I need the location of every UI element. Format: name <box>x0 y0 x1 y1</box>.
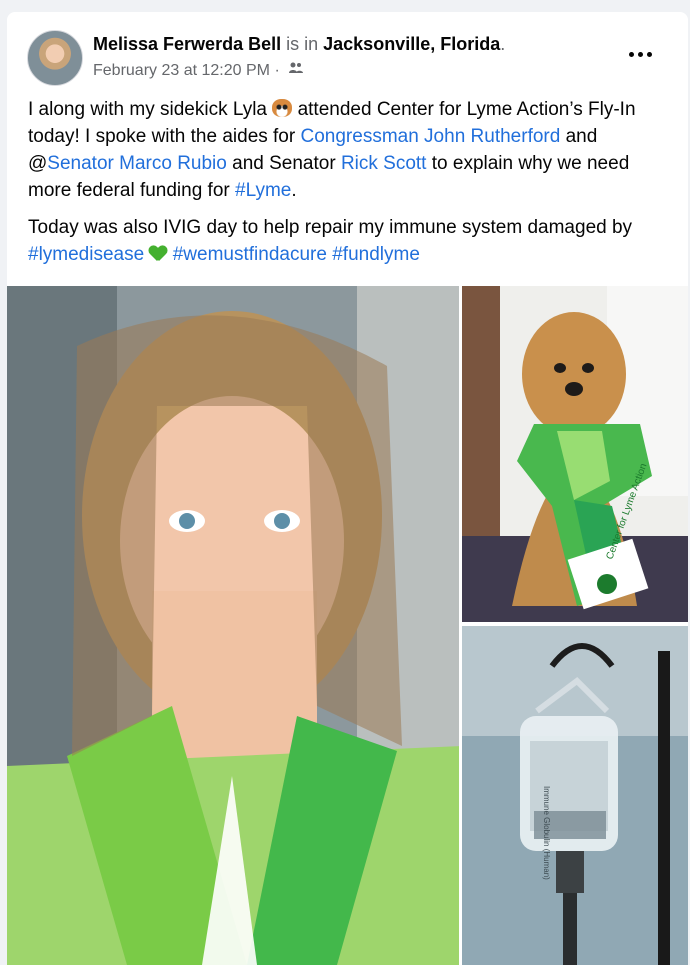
body-text: Today was also IVIG day to help repair m… <box>28 217 633 238</box>
hashtag-wemustfindacure[interactable]: #wemustfindacure <box>173 244 327 265</box>
post-paragraph-2: Today was also IVIG day to help repair m… <box>28 214 676 268</box>
post-paragraph-1: I along with my sidekick Lyla attended C… <box>28 96 676 204</box>
facebook-post-card: Melissa Ferwerda Bell is in Jacksonville… <box>7 12 688 965</box>
photo-bottom-right-art: Immune Globulin (Human) <box>462 626 688 965</box>
mention-senator-marco-rubio[interactable]: Senator Marco Rubio <box>47 153 227 174</box>
post-meta: February 23 at 12:20 PM · <box>93 60 304 82</box>
friends-icon[interactable] <box>288 60 304 82</box>
more-dot-icon <box>646 51 652 57</box>
more-options-button[interactable] <box>621 40 659 68</box>
period-text: . <box>500 34 506 54</box>
hashtag-lyme[interactable]: #Lyme <box>235 180 291 201</box>
mention-rick-scott[interactable]: Rick Scott <box>341 153 427 174</box>
green-heart-emoji <box>149 246 167 262</box>
photo-dog-green-scarf[interactable]: Center for Lyme Action <box>462 286 688 622</box>
timestamp-link[interactable]: February 23 at 12:20 PM <box>93 62 270 79</box>
author-avatar[interactable] <box>27 30 83 86</box>
photo-woman-green-scarf[interactable] <box>7 286 462 965</box>
post-body: I along with my sidekick Lyla attended C… <box>28 96 676 278</box>
more-dot-icon <box>637 51 643 57</box>
hashtag-lymedisease[interactable]: #lymedisease <box>28 244 144 265</box>
photo-top-right-art: Center for Lyme Action <box>462 286 688 622</box>
body-text: I along with my sidekick Lyla <box>28 99 273 120</box>
is-in-text: is in <box>286 34 319 54</box>
dog-face-emoji <box>272 99 293 117</box>
mention-congressman-john-rutherford[interactable]: Congressman John Rutherford <box>301 126 561 147</box>
audience-separator: · <box>274 62 280 80</box>
body-text: and Senator <box>226 153 341 174</box>
photo-left-art <box>7 286 462 965</box>
post-header: Melissa Ferwerda Bell is in Jacksonville… <box>93 32 505 56</box>
location-link[interactable]: Jacksonville, Florida <box>323 34 500 54</box>
hashtag-fundlyme[interactable]: #fundlyme <box>332 244 420 265</box>
body-text: . <box>291 180 297 201</box>
iv-bag-label: Immune Globulin (Human) <box>542 786 551 880</box>
photo-iv-bag[interactable]: Immune Globulin (Human) <box>462 626 688 965</box>
friends-icon-glyph <box>289 62 304 73</box>
author-name[interactable]: Melissa Ferwerda Bell <box>93 34 281 54</box>
more-dot-icon <box>628 51 634 57</box>
